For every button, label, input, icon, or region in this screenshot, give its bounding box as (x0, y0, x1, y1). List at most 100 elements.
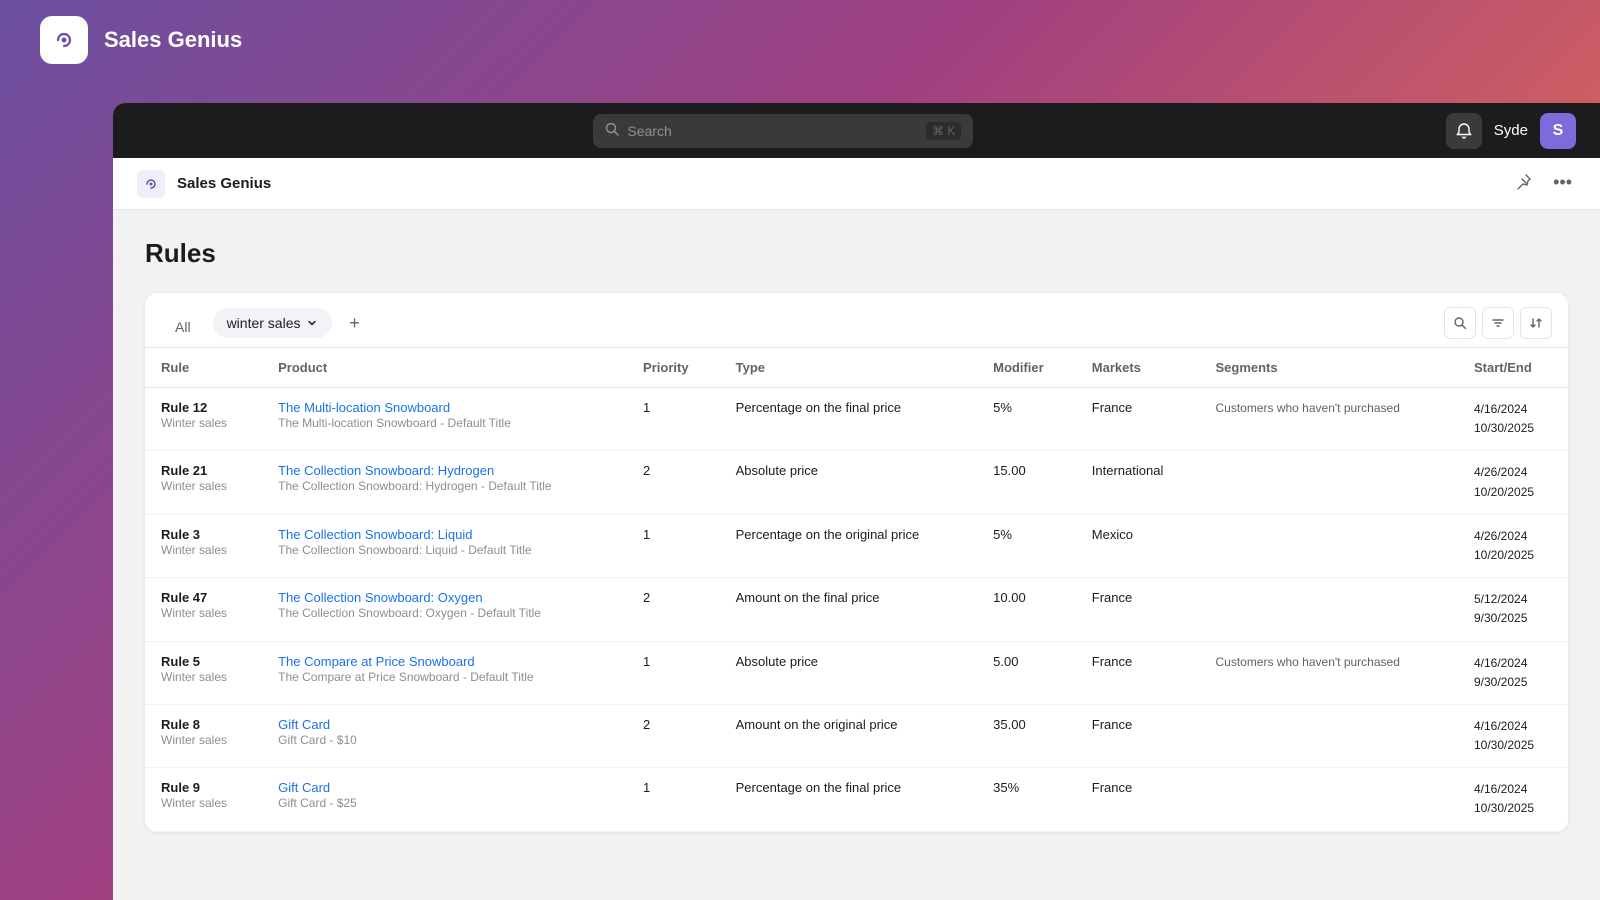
col-startend: Start/End (1458, 348, 1568, 388)
table-row: Rule 12 Winter sales The Multi-location … (145, 388, 1568, 451)
cell-segments-6 (1199, 768, 1458, 831)
cell-product-1: The Collection Snowboard: Hydrogen The C… (262, 451, 627, 514)
cell-startend-2: 4/26/202410/20/2025 (1458, 514, 1568, 577)
sub-header-actions: ••• (1511, 168, 1576, 199)
product-link-5[interactable]: Gift Card (278, 717, 330, 732)
cell-segments-4: Customers who haven't purchased (1199, 641, 1458, 704)
rule-name-1: Rule 21 (161, 463, 246, 478)
cell-priority-0: 1 (627, 388, 720, 451)
col-type: Type (720, 348, 978, 388)
cell-startend-3: 5/12/20249/30/2025 (1458, 578, 1568, 641)
rule-name-5: Rule 8 (161, 717, 246, 732)
cell-product-5: Gift Card Gift Card - $10 (262, 704, 627, 767)
col-modifier: Modifier (977, 348, 1076, 388)
table-header-row: Rule Product Priority Type Modifier Mark… (145, 348, 1568, 388)
rule-sub-0: Winter sales (161, 416, 246, 430)
table-row: Rule 21 Winter sales The Collection Snow… (145, 451, 1568, 514)
col-product: Product (262, 348, 627, 388)
cell-rule-1: Rule 21 Winter sales (145, 451, 262, 514)
product-link-6[interactable]: Gift Card (278, 780, 330, 795)
add-tab-button[interactable]: + (340, 309, 368, 337)
cell-startend-5: 4/16/202410/30/2025 (1458, 704, 1568, 767)
cell-segments-1 (1199, 451, 1458, 514)
search-icon (605, 122, 619, 139)
sub-header: Sales Genius ••• (113, 158, 1600, 210)
rule-name-0: Rule 12 (161, 400, 246, 415)
user-avatar[interactable]: S (1540, 113, 1576, 149)
search-kbd: ⌘ K (926, 122, 961, 140)
tab-all[interactable]: All (161, 311, 205, 343)
tab-filter-label: winter sales (227, 315, 301, 331)
cell-type-5: Amount on the original price (720, 704, 978, 767)
rule-sub-5: Winter sales (161, 733, 246, 747)
product-variant-1: The Collection Snowboard: Hydrogen - Def… (278, 479, 611, 493)
cell-startend-0: 4/16/202410/30/2025 (1458, 388, 1568, 451)
product-variant-3: The Collection Snowboard: Oxygen - Defau… (278, 606, 611, 620)
rule-sub-6: Winter sales (161, 796, 246, 810)
cell-product-4: The Compare at Price Snowboard The Compa… (262, 641, 627, 704)
product-variant-0: The Multi-location Snowboard - Default T… (278, 416, 611, 430)
cell-modifier-4: 5.00 (977, 641, 1076, 704)
search-table-button[interactable] (1444, 307, 1476, 339)
table-row: Rule 3 Winter sales The Collection Snowb… (145, 514, 1568, 577)
cell-priority-4: 1 (627, 641, 720, 704)
cell-priority-3: 2 (627, 578, 720, 641)
rule-sub-3: Winter sales (161, 606, 246, 620)
cell-modifier-1: 15.00 (977, 451, 1076, 514)
cell-rule-6: Rule 9 Winter sales (145, 768, 262, 831)
cell-markets-4: France (1076, 641, 1200, 704)
cell-startend-1: 4/26/202410/20/2025 (1458, 451, 1568, 514)
sort-button[interactable] (1520, 307, 1552, 339)
col-rule: Rule (145, 348, 262, 388)
pin-button[interactable] (1511, 168, 1537, 199)
cell-markets-0: France (1076, 388, 1200, 451)
rule-name-2: Rule 3 (161, 527, 246, 542)
search-bar[interactable]: Search ⌘ K (593, 114, 973, 148)
app-logo (40, 16, 88, 64)
more-button[interactable]: ••• (1549, 168, 1576, 199)
product-link-0[interactable]: The Multi-location Snowboard (278, 400, 450, 415)
cell-priority-5: 2 (627, 704, 720, 767)
product-link-3[interactable]: The Collection Snowboard: Oxygen (278, 590, 483, 605)
cell-startend-4: 4/16/20249/30/2025 (1458, 641, 1568, 704)
tabs-right (1444, 307, 1552, 339)
cell-type-2: Percentage on the original price (720, 514, 978, 577)
product-link-4[interactable]: The Compare at Price Snowboard (278, 654, 475, 669)
cell-type-1: Absolute price (720, 451, 978, 514)
cell-modifier-2: 5% (977, 514, 1076, 577)
topbar-right: Syde S (1446, 113, 1576, 149)
top-bar: Sales Genius (0, 0, 1600, 80)
cell-segments-0: Customers who haven't purchased (1199, 388, 1458, 451)
cell-segments-5 (1199, 704, 1458, 767)
product-link-2[interactable]: The Collection Snowboard: Liquid (278, 527, 472, 542)
user-name: Syde (1494, 122, 1528, 139)
page-title: Rules (145, 238, 1568, 269)
cell-rule-0: Rule 12 Winter sales (145, 388, 262, 451)
filter-button[interactable] (1482, 307, 1514, 339)
cell-priority-6: 1 (627, 768, 720, 831)
table-row: Rule 8 Winter sales Gift Card Gift Card … (145, 704, 1568, 767)
cell-startend-6: 4/16/202410/30/2025 (1458, 768, 1568, 831)
cell-product-2: The Collection Snowboard: Liquid The Col… (262, 514, 627, 577)
table-row: Rule 47 Winter sales The Collection Snow… (145, 578, 1568, 641)
cell-markets-2: Mexico (1076, 514, 1200, 577)
cell-type-6: Percentage on the final price (720, 768, 978, 831)
rule-name-3: Rule 47 (161, 590, 246, 605)
cell-modifier-3: 10.00 (977, 578, 1076, 641)
sub-header-logo (137, 170, 165, 198)
cell-type-0: Percentage on the final price (720, 388, 978, 451)
cell-type-3: Amount on the final price (720, 578, 978, 641)
tab-winter-sales[interactable]: winter sales (213, 308, 333, 338)
cell-modifier-6: 35% (977, 768, 1076, 831)
cell-rule-4: Rule 5 Winter sales (145, 641, 262, 704)
cell-markets-5: France (1076, 704, 1200, 767)
cell-product-0: The Multi-location Snowboard The Multi-l… (262, 388, 627, 451)
col-segments: Segments (1199, 348, 1458, 388)
rule-sub-4: Winter sales (161, 670, 246, 684)
product-variant-6: Gift Card - $25 (278, 796, 611, 810)
tabs-bar: All winter sales + (145, 293, 1568, 348)
notifications-button[interactable] (1446, 113, 1482, 149)
rule-sub-2: Winter sales (161, 543, 246, 557)
table-row: Rule 5 Winter sales The Compare at Price… (145, 641, 1568, 704)
product-link-1[interactable]: The Collection Snowboard: Hydrogen (278, 463, 494, 478)
